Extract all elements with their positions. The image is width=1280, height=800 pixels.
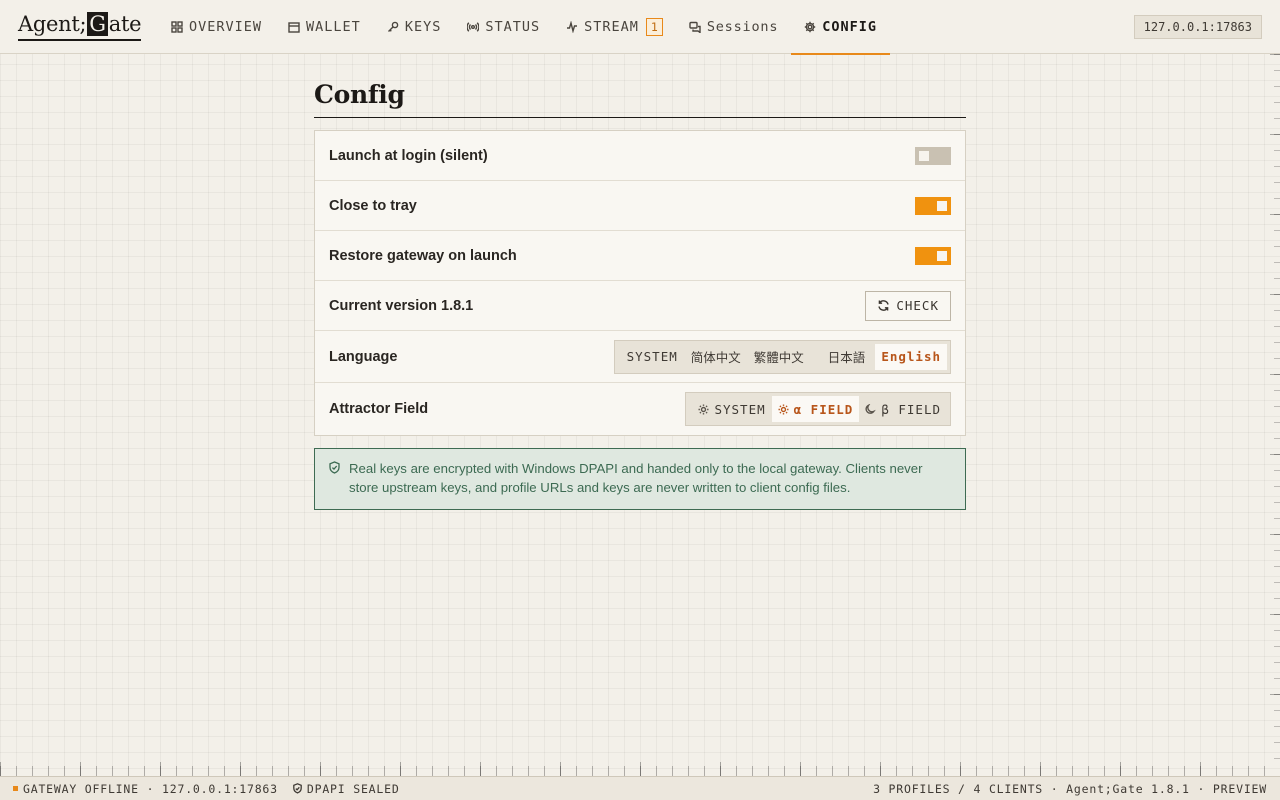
- sun-icon: [778, 404, 789, 414]
- launch-at-login-toggle[interactable]: [915, 146, 951, 165]
- restore-gateway-label: Restore gateway on launch: [329, 247, 517, 264]
- toggle-knob: [937, 250, 947, 261]
- attractor-option-system-label: SYSTEM: [714, 401, 766, 417]
- nav-config-label: CONFIG: [822, 19, 878, 35]
- setting-attractor-field: Attractor Field SYSTEM α FIELD β FIELD: [315, 383, 965, 435]
- check-button-label: CHECK: [896, 298, 939, 313]
- setting-language: Language SYSTEM 简体中文 繁體中文 日本語 English: [315, 331, 965, 383]
- gateway-status-text: GATEWAY OFFLINE · 127.0.0.1:17863: [23, 781, 278, 796]
- shield-check-icon: [329, 461, 340, 474]
- status-bar-right: 3 PROFILES / 4 CLIENTS · Agent;Gate 1.8.…: [873, 782, 1267, 796]
- language-selector: SYSTEM 简体中文 繁體中文 日本語 English: [613, 339, 951, 374]
- nav-keys[interactable]: KEYS: [374, 0, 455, 54]
- signal-icon: [467, 22, 480, 32]
- dpapi-status-text: DPAPI SEALED: [306, 781, 400, 796]
- gateway-status-indicator: [13, 786, 18, 791]
- moon-icon: [865, 403, 877, 414]
- language-option-zh-hant[interactable]: 繁體中文: [748, 344, 813, 370]
- refresh-icon: [878, 300, 890, 311]
- logo-suffix: ate: [108, 11, 142, 36]
- attractor-option-system[interactable]: SYSTEM: [689, 396, 771, 422]
- stream-count-badge: 1: [645, 18, 663, 36]
- chat-icon: [689, 21, 701, 33]
- nav-status-label: STATUS: [485, 19, 541, 35]
- close-to-tray-label: Close to tray: [329, 197, 417, 214]
- setting-restore-gateway: Restore gateway on launch: [315, 231, 965, 281]
- toggle-knob: [919, 150, 929, 161]
- status-bar-left: GATEWAY OFFLINE · 127.0.0.1:17863 DPAPI …: [13, 782, 400, 796]
- nav-config[interactable]: CONFIG: [791, 0, 890, 55]
- nav-status[interactable]: STATUS: [454, 0, 553, 54]
- close-to-tray-toggle[interactable]: [915, 196, 951, 215]
- gateway-address-chip[interactable]: 127.0.0.1:17863: [1133, 15, 1262, 39]
- current-version-label: Current version 1.8.1: [329, 297, 474, 314]
- status-bar: GATEWAY OFFLINE · 127.0.0.1:17863 DPAPI …: [0, 776, 1280, 800]
- summary-text: 3 PROFILES / 4 CLIENTS · Agent;Gate 1.8.…: [873, 781, 1267, 796]
- config-page: Config Launch at login (silent) Close to…: [314, 54, 966, 510]
- grid-icon: [171, 21, 183, 33]
- gear-icon: [805, 21, 816, 33]
- security-notice-text: Real keys are encrypted with Windows DPA…: [349, 461, 923, 495]
- launch-at-login-label: Launch at login (silent): [329, 147, 488, 164]
- nav-stream[interactable]: STREAM 1: [553, 0, 676, 54]
- attractor-option-alpha-label: α FIELD: [793, 401, 854, 417]
- attractor-field-label: Attractor Field: [329, 401, 429, 417]
- attractor-option-beta[interactable]: β FIELD: [859, 396, 947, 422]
- setting-version: Current version 1.8.1 CHECK: [315, 281, 965, 331]
- right-ruler-major: [1270, 54, 1280, 766]
- restore-gateway-toggle[interactable]: [915, 246, 951, 265]
- setting-launch-at-login: Launch at login (silent): [315, 131, 965, 181]
- nav-wallet-label: WALLET: [306, 19, 361, 35]
- page-title: Config: [314, 80, 966, 118]
- logo-box-letter: G: [87, 11, 108, 36]
- attractor-field-selector: SYSTEM α FIELD β FIELD: [685, 392, 951, 426]
- language-option-english[interactable]: English: [875, 343, 947, 370]
- language-label: Language: [329, 348, 398, 365]
- security-notice: Real keys are encrypted with Windows DPA…: [314, 448, 966, 510]
- nav-overview[interactable]: OVERVIEW: [158, 0, 275, 54]
- language-option-ja[interactable]: 日本語: [813, 344, 876, 370]
- pulse-icon: [567, 21, 578, 33]
- wallet-icon: [288, 22, 300, 33]
- bottom-ruler-major: [0, 762, 1280, 776]
- nav-wallet[interactable]: WALLET: [275, 0, 374, 54]
- nav-stream-label: STREAM: [584, 19, 639, 35]
- app-logo[interactable]: Agent; Gate: [18, 9, 142, 41]
- toggle-knob: [937, 200, 947, 211]
- nav-sessions-label: Sessions: [706, 19, 779, 35]
- language-option-zh-hans[interactable]: 简体中文: [684, 344, 748, 370]
- key-icon: [387, 21, 399, 32]
- nav-sessions[interactable]: Sessions: [676, 0, 791, 54]
- shield-check-icon: [293, 783, 302, 794]
- top-bar: Agent; Gate OVERVIEW WALLET KEYS STATUS S…: [0, 0, 1280, 55]
- sun-icon: [698, 404, 709, 414]
- settings-panel: Launch at login (silent) Close to tray R…: [314, 130, 966, 436]
- logo-prefix: Agent;: [18, 11, 87, 36]
- check-update-button[interactable]: CHECK: [865, 290, 951, 321]
- attractor-option-beta-label: β FIELD: [881, 401, 941, 417]
- language-option-system[interactable]: SYSTEM: [618, 344, 684, 370]
- nav-overview-label: OVERVIEW: [189, 19, 263, 35]
- main-nav: OVERVIEW WALLET KEYS STATUS STREAM 1 Ses…: [158, 0, 890, 55]
- setting-close-to-tray: Close to tray: [315, 181, 965, 231]
- attractor-option-alpha[interactable]: α FIELD: [771, 396, 860, 422]
- nav-keys-label: KEYS: [404, 19, 442, 35]
